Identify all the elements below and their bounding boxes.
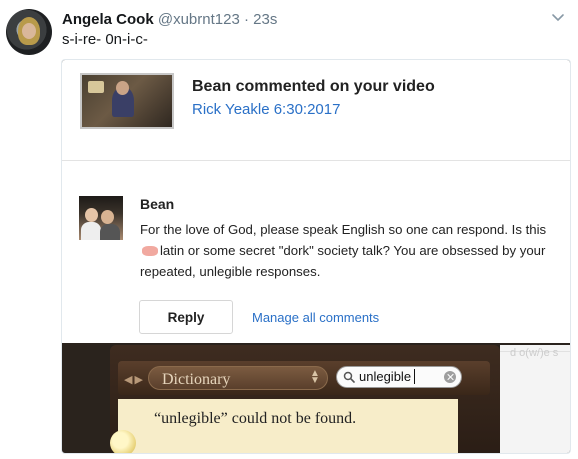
comment-text-part2: latin or some secret "dork" society talk…	[140, 243, 546, 279]
tweet-header: Angela Cook @xubrnt123 · 23s	[62, 11, 277, 28]
commenter-avatar[interactable]	[79, 196, 123, 240]
video-title-link[interactable]: Rick Yeakle 6:30:2017	[192, 101, 340, 118]
notification-title: Bean commented on your video	[192, 78, 435, 95]
notification-card: Bean commented on your video Rick Yeakle…	[62, 60, 570, 343]
updown-chevron-icon: ▲ ▼	[310, 368, 320, 386]
dictionary-orb-icon	[110, 430, 136, 453]
background-edge-text: d o(w/)e s	[510, 347, 559, 359]
search-value: unlegible	[359, 369, 412, 384]
author-name[interactable]: Angela Cook	[62, 11, 154, 28]
tweet-text: s-i-re- 0n-i-c-	[62, 31, 148, 48]
manage-comments-link[interactable]: Manage all comments	[252, 310, 379, 325]
author-handle[interactable]: @xubrnt123	[158, 11, 240, 28]
avatar-face	[85, 208, 98, 222]
search-icon	[343, 371, 355, 383]
tweet-media[interactable]: Bean commented on your video Rick Yeakle…	[61, 59, 571, 454]
avatar-figure	[81, 222, 101, 240]
background-window	[500, 345, 570, 453]
reply-button[interactable]: Reply	[139, 300, 233, 334]
dictionary-source-label: Dictionary	[162, 371, 231, 388]
clear-icon[interactable]	[444, 371, 456, 383]
chevron-down-icon[interactable]	[551, 10, 565, 24]
comment-text: For the love of God, please speak Englis…	[140, 219, 560, 282]
avatar-face	[101, 210, 114, 224]
back-forward-arrows-icon[interactable]: ◀▶	[124, 373, 145, 386]
thumbnail-head	[116, 81, 129, 95]
video-thumbnail[interactable]	[80, 73, 174, 129]
thumbnail-lamp	[88, 81, 104, 93]
avatar-figure	[100, 224, 120, 240]
divider	[62, 160, 570, 161]
pig-emoji-icon	[142, 246, 158, 256]
dictionary-result-text: “unlegible” could not be found.	[154, 410, 357, 427]
avatar-face	[22, 23, 36, 39]
text-cursor	[414, 369, 415, 384]
tweet-time[interactable]: 23s	[253, 11, 277, 28]
comment-text-part1: For the love of God, please speak Englis…	[140, 222, 547, 237]
meta-separator: ·	[243, 11, 249, 28]
commenter-name: Bean	[140, 196, 175, 212]
author-avatar[interactable]	[6, 9, 52, 55]
